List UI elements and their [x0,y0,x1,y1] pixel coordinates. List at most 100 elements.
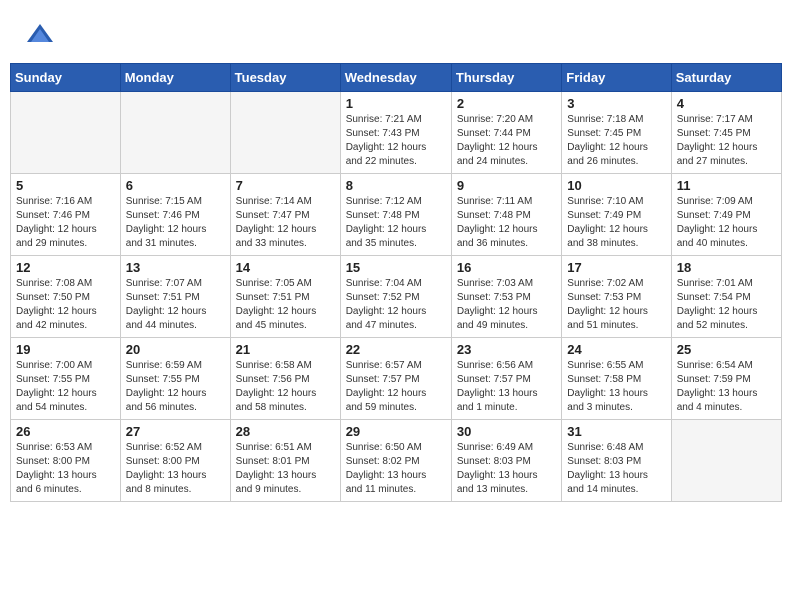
day-info: Sunrise: 7:09 AMSunset: 7:49 PMDaylight:… [677,195,776,251]
day-number: 14 [236,260,335,275]
calendar-day: 21 Sunrise: 6:58 AMSunset: 7:56 PMDayligh… [230,338,340,420]
day-number: 17 [567,260,665,275]
day-number: 7 [236,178,335,193]
calendar-day: 13 Sunrise: 7:07 AMSunset: 7:51 PMDayligh… [120,256,230,338]
day-number: 12 [16,260,115,275]
day-info: Sunrise: 7:01 AMSunset: 7:54 PMDaylight:… [677,277,776,333]
day-number: 28 [236,424,335,439]
day-info: Sunrise: 6:54 AMSunset: 7:59 PMDaylight:… [677,359,776,415]
calendar-day: 25 Sunrise: 6:54 AMSunset: 7:59 PMDayligh… [671,338,781,420]
day-number: 20 [126,342,225,357]
calendar-day: 26 Sunrise: 6:53 AMSunset: 8:00 PMDayligh… [11,420,121,502]
day-number: 25 [677,342,776,357]
calendar-day [671,420,781,502]
calendar-header-thursday: Thursday [451,64,561,92]
calendar-day: 11 Sunrise: 7:09 AMSunset: 7:49 PMDayligh… [671,174,781,256]
day-number: 10 [567,178,665,193]
day-info: Sunrise: 6:52 AMSunset: 8:00 PMDaylight:… [126,441,225,497]
calendar-day: 1 Sunrise: 7:21 AMSunset: 7:43 PMDaylight… [340,92,451,174]
day-number: 11 [677,178,776,193]
day-info: Sunrise: 7:10 AMSunset: 7:49 PMDaylight:… [567,195,665,251]
calendar-day: 28 Sunrise: 6:51 AMSunset: 8:01 PMDayligh… [230,420,340,502]
day-info: Sunrise: 7:04 AMSunset: 7:52 PMDaylight:… [346,277,446,333]
calendar-day: 16 Sunrise: 7:03 AMSunset: 7:53 PMDayligh… [451,256,561,338]
calendar-day: 19Sunrise: 7:00 AMSunset: 7:55 PMDayligh… [11,338,121,420]
day-number: 26 [16,424,115,439]
calendar-day: 12 Sunrise: 7:08 AMSunset: 7:50 PMDayligh… [11,256,121,338]
day-info: Sunrise: 6:49 AMSunset: 8:03 PMDaylight:… [457,441,556,497]
day-info: Sunrise: 7:07 AMSunset: 7:51 PMDaylight:… [126,277,225,333]
day-info: Sunrise: 7:20 AMSunset: 7:44 PMDaylight:… [457,113,556,169]
day-number: 9 [457,178,556,193]
day-number: 30 [457,424,556,439]
day-number: 21 [236,342,335,357]
day-info: Sunrise: 7:02 AMSunset: 7:53 PMDaylight:… [567,277,665,333]
calendar-day: 14 Sunrise: 7:05 AMSunset: 7:51 PMDayligh… [230,256,340,338]
day-info: Sunrise: 7:03 AMSunset: 7:53 PMDaylight:… [457,277,556,333]
day-info: Sunrise: 6:53 AMSunset: 8:00 PMDaylight:… [16,441,115,497]
calendar-day: 20 Sunrise: 6:59 AMSunset: 7:55 PMDayligh… [120,338,230,420]
calendar-day: 31Sunrise: 6:48 AMSunset: 8:03 PMDayligh… [562,420,671,502]
calendar-day: 8 Sunrise: 7:12 AMSunset: 7:48 PMDaylight… [340,174,451,256]
day-info: Sunrise: 7:21 AMSunset: 7:43 PMDaylight:… [346,113,446,169]
calendar-day: 6 Sunrise: 7:15 AMSunset: 7:46 PMDaylight… [120,174,230,256]
day-number: 8 [346,178,446,193]
day-info: Sunrise: 7:16 AMSunset: 7:46 PMDaylight:… [16,195,115,251]
calendar-day: 18Sunrise: 7:01 AMSunset: 7:54 PMDayligh… [671,256,781,338]
logo [25,20,59,50]
calendar-day: 15Sunrise: 7:04 AMSunset: 7:52 PMDayligh… [340,256,451,338]
calendar-day: 7 Sunrise: 7:14 AMSunset: 7:47 PMDaylight… [230,174,340,256]
day-number: 23 [457,342,556,357]
calendar-day: 30 Sunrise: 6:49 AMSunset: 8:03 PMDayligh… [451,420,561,502]
day-info: Sunrise: 6:51 AMSunset: 8:01 PMDaylight:… [236,441,335,497]
day-info: Sunrise: 7:00 AMSunset: 7:55 PMDaylight:… [16,359,115,415]
calendar-week-row: 26 Sunrise: 6:53 AMSunset: 8:00 PMDayligh… [11,420,782,502]
calendar-day [11,92,121,174]
day-info: Sunrise: 7:14 AMSunset: 7:47 PMDaylight:… [236,195,335,251]
calendar-day: 23Sunrise: 6:56 AMSunset: 7:57 PMDayligh… [451,338,561,420]
calendar-day: 10 Sunrise: 7:10 AMSunset: 7:49 PMDayligh… [562,174,671,256]
day-number: 29 [346,424,446,439]
day-info: Sunrise: 6:50 AMSunset: 8:02 PMDaylight:… [346,441,446,497]
calendar-day: 3 Sunrise: 7:18 AMSunset: 7:45 PMDaylight… [562,92,671,174]
day-info: Sunrise: 7:11 AMSunset: 7:48 PMDaylight:… [457,195,556,251]
calendar-day: 17 Sunrise: 7:02 AMSunset: 7:53 PMDayligh… [562,256,671,338]
day-info: Sunrise: 7:12 AMSunset: 7:48 PMDaylight:… [346,195,446,251]
day-info: Sunrise: 6:55 AMSunset: 7:58 PMDaylight:… [567,359,665,415]
calendar-day: 24Sunrise: 6:55 AMSunset: 7:58 PMDayligh… [562,338,671,420]
calendar-week-row: 12 Sunrise: 7:08 AMSunset: 7:50 PMDayligh… [11,256,782,338]
day-info: Sunrise: 6:57 AMSunset: 7:57 PMDaylight:… [346,359,446,415]
day-number: 5 [16,178,115,193]
calendar-day: 27 Sunrise: 6:52 AMSunset: 8:00 PMDayligh… [120,420,230,502]
day-number: 6 [126,178,225,193]
calendar-day [120,92,230,174]
calendar-header-saturday: Saturday [671,64,781,92]
day-info: Sunrise: 7:15 AMSunset: 7:46 PMDaylight:… [126,195,225,251]
calendar-day: 5 Sunrise: 7:16 AMSunset: 7:46 PMDaylight… [11,174,121,256]
day-info: Sunrise: 6:58 AMSunset: 7:56 PMDaylight:… [236,359,335,415]
day-info: Sunrise: 6:59 AMSunset: 7:55 PMDaylight:… [126,359,225,415]
calendar-day [230,92,340,174]
calendar-header-row: SundayMondayTuesdayWednesdayThursdayFrid… [11,64,782,92]
calendar-header-monday: Monday [120,64,230,92]
day-number: 27 [126,424,225,439]
calendar-week-row: 1 Sunrise: 7:21 AMSunset: 7:43 PMDaylight… [11,92,782,174]
calendar-header-tuesday: Tuesday [230,64,340,92]
calendar-header-sunday: Sunday [11,64,121,92]
day-info: Sunrise: 7:18 AMSunset: 7:45 PMDaylight:… [567,113,665,169]
calendar-day: 22 Sunrise: 6:57 AMSunset: 7:57 PMDayligh… [340,338,451,420]
day-number: 2 [457,96,556,111]
day-info: Sunrise: 6:48 AMSunset: 8:03 PMDaylight:… [567,441,665,497]
day-number: 16 [457,260,556,275]
calendar: SundayMondayTuesdayWednesdayThursdayFrid… [10,63,782,502]
day-number: 3 [567,96,665,111]
day-number: 1 [346,96,446,111]
calendar-header-friday: Friday [562,64,671,92]
day-info: Sunrise: 7:08 AMSunset: 7:50 PMDaylight:… [16,277,115,333]
day-info: Sunrise: 7:05 AMSunset: 7:51 PMDaylight:… [236,277,335,333]
day-number: 13 [126,260,225,275]
page-header [10,10,782,55]
day-number: 22 [346,342,446,357]
day-number: 4 [677,96,776,111]
logo-icon [25,20,55,50]
